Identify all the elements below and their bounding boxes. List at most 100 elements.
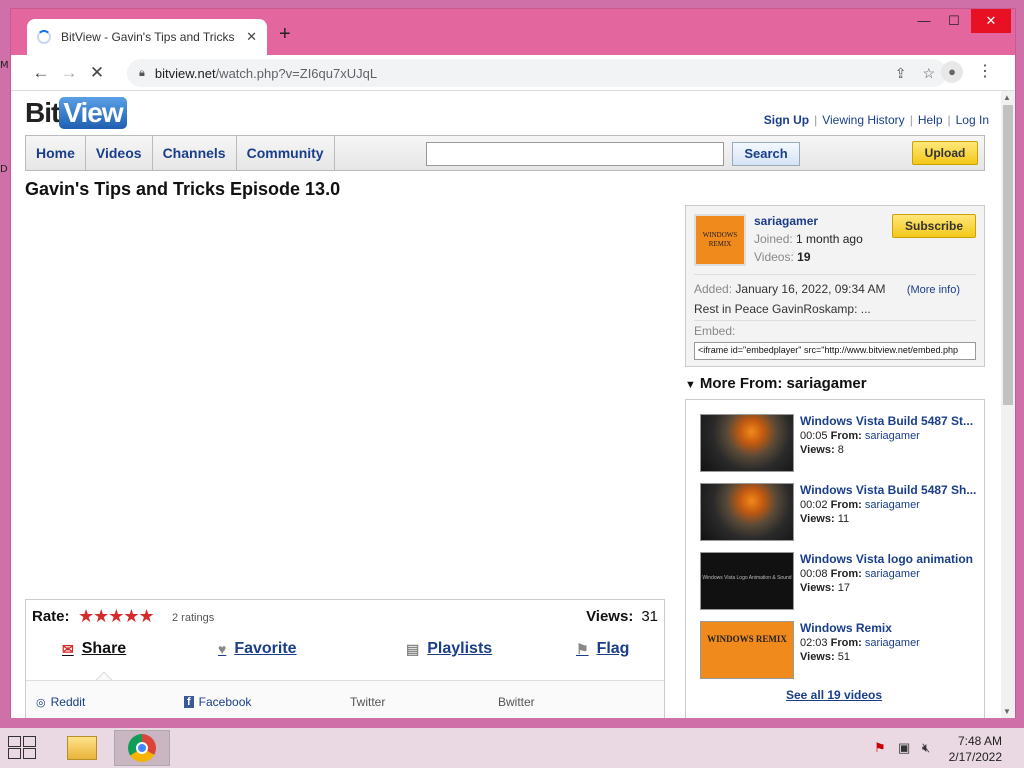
video-thumbnail[interactable] xyxy=(700,483,794,541)
scroll-thumb[interactable] xyxy=(1003,105,1013,405)
viewing-history-link[interactable]: Viewing History xyxy=(822,113,904,127)
reddit-link[interactable]: ◎ Reddit xyxy=(36,695,85,709)
collapse-triangle-icon[interactable]: ▼ xyxy=(685,379,696,391)
sign-up-link[interactable]: Sign Up xyxy=(764,113,809,127)
share-page-icon[interactable]: ⇪ xyxy=(895,65,907,82)
list-item[interactable]: Windows Vista Build 5487 St... 00:05 Fro… xyxy=(700,414,990,474)
twitter-link[interactable]: Twitter xyxy=(350,695,385,709)
video-title-link[interactable]: Windows Remix xyxy=(800,621,980,635)
video-thumbnail[interactable]: WINDOWS REMIX xyxy=(700,621,794,679)
help-link[interactable]: Help xyxy=(918,113,943,127)
nav-channels[interactable]: Channels xyxy=(153,136,237,170)
bookmark-star-icon[interactable]: ☆ xyxy=(922,65,935,82)
embed-label: Embed: xyxy=(694,324,736,338)
video-title-link[interactable]: Windows Vista Build 5487 St... xyxy=(800,414,980,428)
forward-icon[interactable]: → xyxy=(55,63,83,83)
more-info-link[interactable]: (More info) xyxy=(907,284,960,296)
video-title-link[interactable]: Windows Vista Build 5487 Sh... xyxy=(800,483,980,497)
nav-videos[interactable]: Videos xyxy=(86,136,153,170)
page-viewport: Bit View Sign Up | Viewing History | Help | Lo… xyxy=(11,91,1015,718)
nav-community[interactable]: Community xyxy=(237,136,335,170)
video-description: Rest in Peace GavinRoskamp: ... xyxy=(694,302,871,316)
page-scrollbar[interactable]: ▲ ▼ xyxy=(1001,91,1015,718)
share-links-row: ◎ Reddit f Facebook Twitter Bwitter xyxy=(26,680,664,718)
windows-start-icon[interactable] xyxy=(8,736,38,760)
chrome-taskbar-icon[interactable] xyxy=(114,730,170,766)
list-item[interactable]: WINDOWS REMIX Windows Remix 02:03 From: … xyxy=(700,621,990,681)
profile-avatar-icon[interactable]: ● xyxy=(941,61,963,83)
clock-time: 7:48 AM xyxy=(957,734,1002,748)
video-title: Gavin's Tips and Tricks Episode 13.0 xyxy=(25,179,341,199)
close-tab-icon[interactable]: ✕ xyxy=(246,29,257,45)
video-title-link[interactable]: Windows Vista logo animation xyxy=(800,552,980,566)
rating-panel: Rate: ★★★★★ 2 ratings Views: 31 ✉ Share ♥ F… xyxy=(25,599,665,718)
close-window-icon[interactable]: ✕ xyxy=(971,9,1011,33)
file-explorer-taskbar-icon[interactable] xyxy=(54,730,110,766)
desktop-edge-glyph: D xyxy=(0,164,8,175)
embed-code-field[interactable]: <iframe id="embedplayer" src="http://www… xyxy=(694,342,976,360)
channel-avatar[interactable]: WINDOWS REMIX xyxy=(694,214,746,266)
playlist-icon: ▤ xyxy=(406,640,420,657)
chrome-icon xyxy=(128,734,156,762)
minimize-icon[interactable]: — xyxy=(909,13,939,28)
list-item[interactable]: Windows Vista Build 5487 Sh... 00:02 Fro… xyxy=(700,483,990,543)
taskbar: ⚑ ▣ 🔇︎ 7:48 AM 2/17/2022 xyxy=(0,728,1024,768)
bitview-logo[interactable]: Bit View xyxy=(25,97,127,129)
tab-title: BitView - Gavin's Tips and Tricks xyxy=(61,30,235,44)
log-in-link[interactable]: Log In xyxy=(956,113,989,127)
favorite-button[interactable]: ♥ Favorite xyxy=(218,640,297,658)
stop-loading-icon[interactable]: ✕ xyxy=(83,63,111,83)
scroll-up-icon[interactable]: ▲ xyxy=(1003,93,1011,102)
channel-info-box: WINDOWS REMIX sariagamer Joined: 1 month… xyxy=(685,205,985,367)
heart-icon: ♥ xyxy=(218,641,227,657)
flag-icon: ⚑ xyxy=(576,640,589,657)
divider xyxy=(694,320,976,321)
see-all-videos-link[interactable]: See all 19 videos xyxy=(786,688,882,702)
back-icon[interactable]: ← xyxy=(27,63,55,83)
main-nav: Home Videos Channels Community Search Up… xyxy=(25,135,985,171)
added-date: Added: January 16, 2022, 09:34 AM xyxy=(694,282,886,296)
desktop-edge-glyph: M xyxy=(0,60,9,71)
channel-joined: Joined: 1 month ago xyxy=(754,232,863,246)
flag-button[interactable]: ⚑ Flag xyxy=(576,640,629,658)
video-thumbnail[interactable] xyxy=(700,414,794,472)
browser-tab[interactable]: BitView - Gavin's Tips and Tricks ✕ xyxy=(27,19,267,55)
volume-muted-icon[interactable]: 🔇︎ xyxy=(922,740,930,756)
search-button[interactable]: Search xyxy=(732,142,800,166)
playlists-button[interactable]: ▤ Playlists xyxy=(406,640,492,658)
search-input[interactable] xyxy=(426,142,724,166)
nav-home[interactable]: Home xyxy=(26,136,86,170)
maximize-icon[interactable]: ☐ xyxy=(939,13,969,29)
browser-window: BitView - Gavin's Tips and Tricks ✕ + — … xyxy=(10,8,1016,718)
video-views: Views: 51 xyxy=(800,651,850,663)
video-duration-from: 00:05 From: sariagamer xyxy=(800,430,920,442)
address-bar[interactable]: 🔒︎ bitview.net/watch.php?v=ZI6qu7xUJqL ⇪… xyxy=(127,59,947,87)
facebook-link[interactable]: f Facebook xyxy=(184,695,251,709)
bwitter-link[interactable]: Bwitter xyxy=(498,695,535,709)
video-duration-from: 02:03 From: sariagamer xyxy=(800,637,920,649)
scroll-down-icon[interactable]: ▼ xyxy=(1003,707,1011,716)
share-button[interactable]: ✉ Share xyxy=(62,640,126,658)
list-item[interactable]: Windows Vista Logo Animation & Sound Win… xyxy=(700,552,990,612)
views-count: Views: 31 xyxy=(586,608,658,625)
video-thumbnail[interactable]: Windows Vista Logo Animation & Sound xyxy=(700,552,794,610)
video-duration-from: 00:08 From: sariagamer xyxy=(800,568,920,580)
subscribe-button[interactable]: Subscribe xyxy=(892,214,976,238)
new-tab-icon[interactable]: + xyxy=(279,23,291,46)
network-icon[interactable]: ▣ xyxy=(898,740,910,756)
folder-icon xyxy=(67,736,97,760)
more-from-heading[interactable]: ▼ More From: sariagamer xyxy=(685,375,867,392)
channel-name-link[interactable]: sariagamer xyxy=(754,214,818,228)
browser-toolbar: ← → ✕ 🔒︎ bitview.net/watch.php?v=ZI6qu7x… xyxy=(11,55,1015,91)
share-icon: ✉ xyxy=(62,640,74,657)
video-views: Views: 8 xyxy=(800,444,844,456)
system-clock[interactable]: 7:48 AM 2/17/2022 xyxy=(949,733,1002,765)
channel-video-count: Videos: 19 xyxy=(754,250,811,264)
action-center-flag-icon[interactable]: ⚑ xyxy=(874,740,886,756)
reddit-icon: ◎ xyxy=(36,696,46,709)
rating-stars-icon[interactable]: ★★★★★ xyxy=(78,606,155,627)
facebook-icon: f xyxy=(184,696,194,708)
upload-button[interactable]: Upload xyxy=(912,141,978,165)
clock-date: 2/17/2022 xyxy=(948,750,1002,764)
browser-menu-icon[interactable]: ⋮ xyxy=(977,61,993,81)
